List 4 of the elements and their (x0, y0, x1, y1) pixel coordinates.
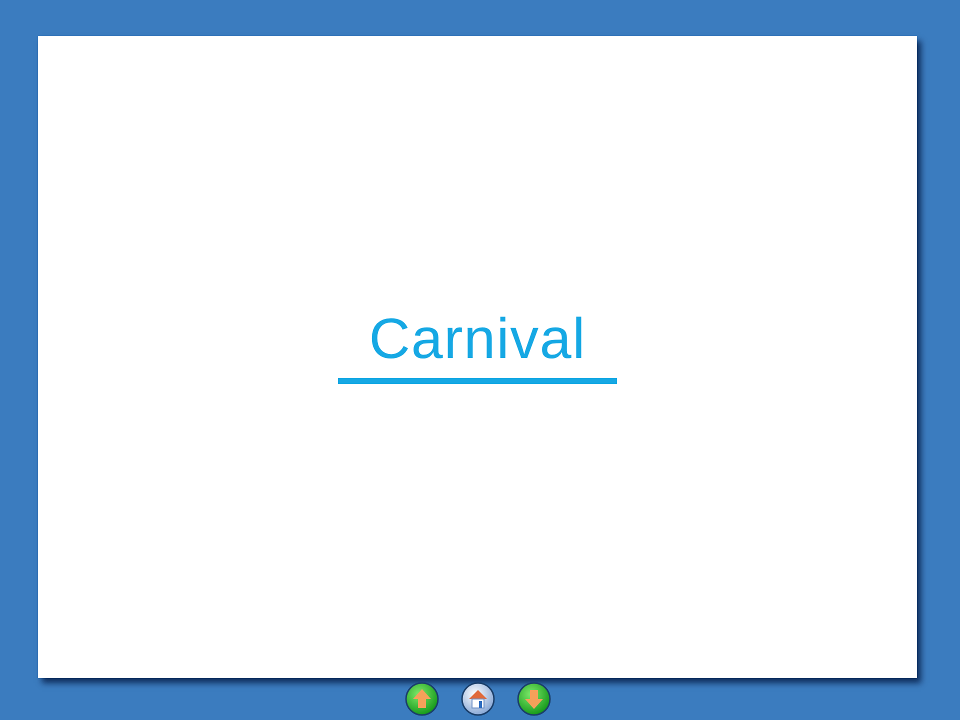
home-button[interactable] (460, 682, 494, 716)
up-arrow-button[interactable] (404, 682, 438, 716)
slide-title: Carnival (338, 311, 617, 384)
down-arrow-button[interactable] (516, 682, 550, 716)
